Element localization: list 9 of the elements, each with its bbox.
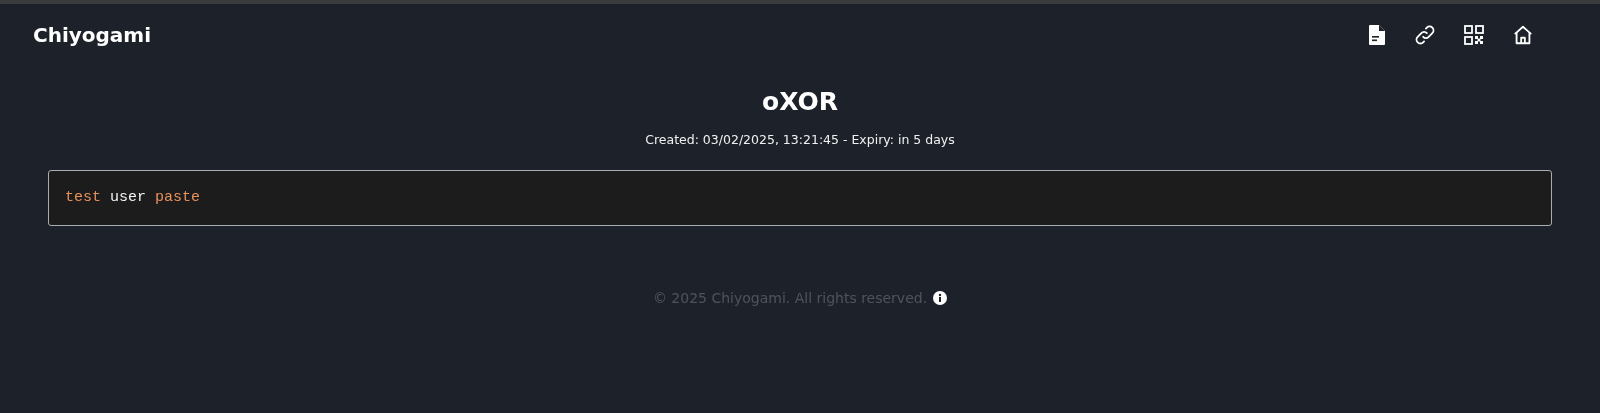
info-icon[interactable] (933, 291, 948, 305)
link-icon[interactable] (1414, 24, 1436, 46)
paste-title: oXOR (760, 86, 840, 118)
brand-title[interactable]: Chiyogami (33, 23, 152, 47)
document-icon[interactable] (1368, 25, 1386, 45)
qr-code-icon[interactable] (1464, 25, 1484, 45)
code-block: test user paste (48, 170, 1552, 226)
paste-meta: Created: 03/02/2025, 13:21:45 - Expiry: in 5 days (645, 132, 955, 147)
home-icon[interactable] (1512, 24, 1534, 46)
